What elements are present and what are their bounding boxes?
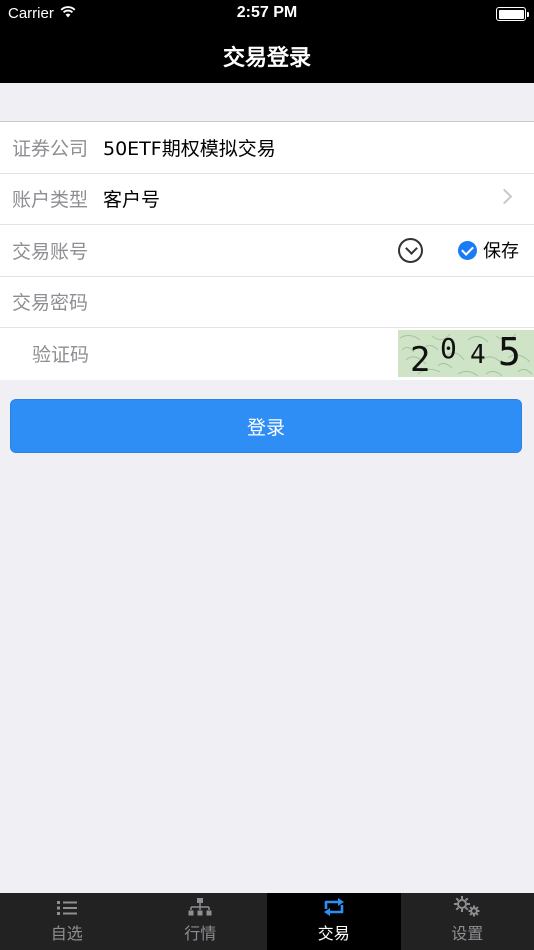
checkmark-icon[interactable] (458, 241, 477, 260)
tab-settings[interactable]: 设置 (401, 893, 534, 950)
captcha-image[interactable]: 2 0 4 5 (398, 330, 534, 377)
save-checkbox-label[interactable]: 保存 (483, 237, 519, 263)
tab-label: 自选 (50, 924, 83, 943)
captcha-input[interactable] (103, 334, 388, 374)
account-type-label: 账户类型 (12, 189, 89, 212)
tab-trade[interactable]: 交易 (267, 893, 401, 950)
password-input[interactable] (103, 282, 523, 322)
status-bar: Carrier 2:57 PM (0, 0, 534, 28)
navigation-bar: 交易登录 (0, 28, 534, 83)
broker-row[interactable]: 证券公司 50ETF期权模拟交易 (0, 122, 534, 174)
captcha-digit: 5 (498, 330, 521, 374)
chevron-right-icon (496, 188, 513, 204)
password-row: 交易密码 (0, 277, 534, 328)
captcha-digit: 2 (410, 340, 431, 377)
account-row: 交易账号 保存 (0, 225, 534, 277)
tab-bar: 自选 行情 交易 设置 (0, 893, 534, 950)
captcha-label: 验证码 (32, 344, 90, 367)
account-type-value: 客户号 (103, 189, 161, 212)
account-input[interactable] (103, 230, 388, 270)
gears-icon (454, 896, 480, 917)
tab-label: 设置 (451, 924, 484, 943)
account-type-row[interactable]: 账户类型 客户号 (0, 174, 534, 225)
battery-icon (496, 7, 529, 21)
login-form: 证券公司 50ETF期权模拟交易 账户类型 客户号 交易账号 保存 交易密码 验… (0, 121, 534, 380)
captcha-digit: 4 (470, 340, 486, 370)
account-label: 交易账号 (12, 240, 89, 263)
chevron-down-circle-icon[interactable] (398, 238, 423, 263)
tab-market[interactable]: 行情 (134, 893, 268, 950)
tab-watchlist[interactable]: 自选 (0, 893, 134, 950)
page-title: 交易登录 (222, 46, 311, 71)
tab-label: 行情 (184, 924, 217, 943)
exchange-icon (323, 898, 344, 916)
tab-label: 交易 (317, 924, 350, 943)
login-button[interactable]: 登录 (10, 399, 522, 453)
password-label: 交易密码 (12, 292, 89, 315)
captcha-digit: 0 (440, 332, 457, 365)
broker-label: 证券公司 (12, 137, 89, 160)
hierarchy-icon (188, 898, 212, 916)
captcha-row: 验证码 2 0 4 5 (0, 328, 534, 380)
broker-value: 50ETF期权模拟交易 (103, 137, 276, 160)
list-icon (56, 901, 77, 915)
status-time: 2:57 PM (236, 4, 298, 21)
